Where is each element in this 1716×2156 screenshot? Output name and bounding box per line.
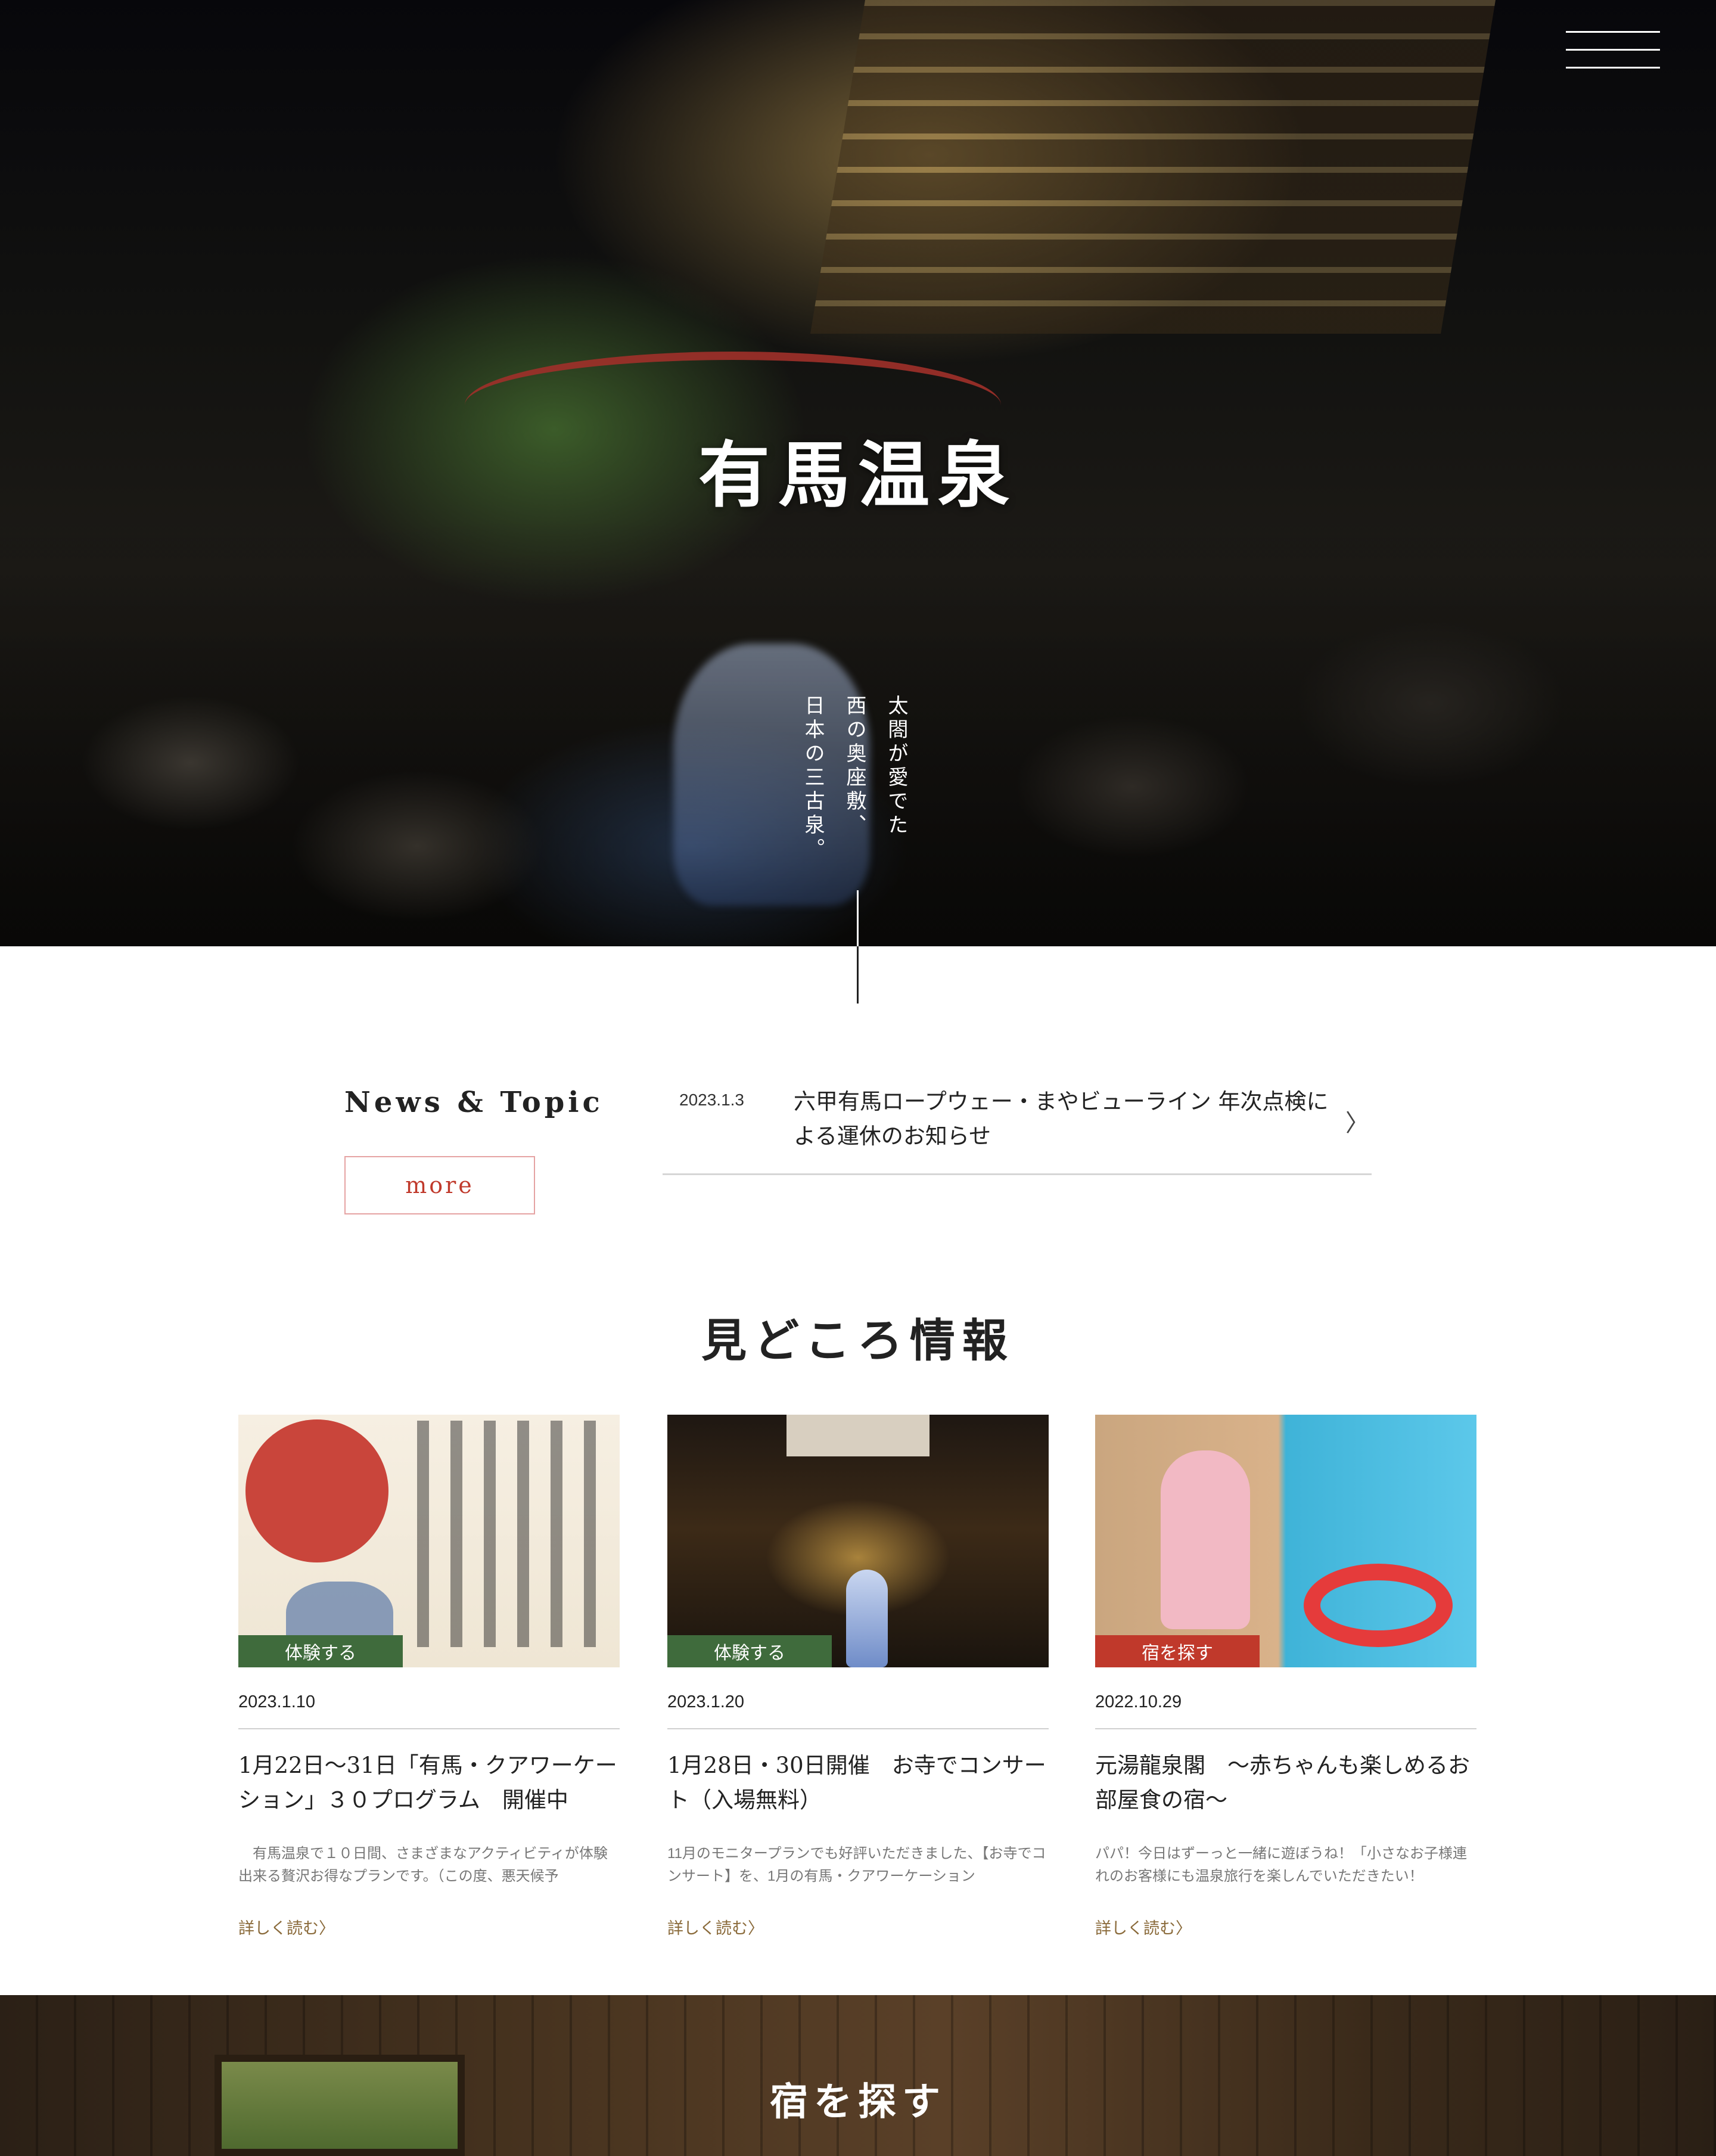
category-badge: 体験する xyxy=(667,1635,832,1667)
poster-contact-circle xyxy=(245,1419,388,1562)
features-title: 見どころ情報 xyxy=(701,1314,1015,1367)
category-badge: 体験する xyxy=(238,1635,403,1667)
stay-banner-title: 宿を探す xyxy=(770,2080,946,2124)
news-item[interactable]: 2023.1.3 六甲有馬ロープウェー・まやビューライン 年次点検による運休のお… xyxy=(663,1077,1372,1175)
feature-card[interactable]: 宿を探す 2022.10.29 元湯龍泉閣 〜赤ちゃんも楽しめるお部屋食の宿〜 … xyxy=(1095,1415,1476,1945)
stay-window-view xyxy=(214,2055,465,2156)
hero-section: 有馬温泉 太閤が愛でた 西の奥座敷、 日本の三古泉。 xyxy=(0,0,1716,946)
tagline-line: 太閤が愛でた xyxy=(884,695,908,838)
news-heading: News & Topic xyxy=(344,1086,604,1119)
news-date: 2023.1.3 xyxy=(679,1091,744,1109)
card-image-temple-concert xyxy=(667,1415,1049,1667)
feature-card[interactable]: 体験する 2023.1.10 1月22日〜31日「有馬・クアワーケーション」３０… xyxy=(238,1415,620,1945)
hero-red-bridge xyxy=(465,352,1001,405)
category-badge: 宿を探す xyxy=(1095,1635,1260,1667)
hamburger-menu-icon[interactable] xyxy=(1566,31,1660,69)
news-more-button[interactable]: more xyxy=(344,1156,535,1214)
read-more-link[interactable]: 詳しく読む〉 xyxy=(238,1915,335,1938)
scroll-indicator[interactable] xyxy=(857,890,859,1004)
card-date: 2023.1.20 xyxy=(667,1692,745,1711)
card-date: 2022.10.29 xyxy=(1095,1692,1182,1711)
card-divider xyxy=(238,1728,620,1729)
card-title: 元湯龍泉閣 〜赤ちゃんも楽しめるお部屋食の宿〜 xyxy=(1095,1753,1470,1813)
card-title: 1月22日〜31日「有馬・クアワーケーション」３０プログラム 開催中 xyxy=(238,1753,617,1813)
temple-sign xyxy=(786,1415,930,1456)
news-title: 六甲有馬ロープウェー・まやビューライン 年次点検による運休のお知らせ xyxy=(794,1089,1329,1149)
card-divider xyxy=(1095,1728,1476,1729)
card-description: 11月のモニタープランでも好評いただきました、【お寺でコンサート】を、1月の有馬… xyxy=(667,1846,1046,1884)
menu-bar xyxy=(1566,31,1660,33)
swim-ring xyxy=(1304,1564,1453,1647)
tagline-line: 西の奥座敷、 xyxy=(843,695,866,838)
feature-card[interactable]: 体験する 2023.1.20 1月28日・30日開催 お寺でコンサート（入場無料… xyxy=(667,1415,1049,1945)
card-description: パパ！今日はずーっと一緒に遊ぼうね！「小さなお子様連れのお客様にも温泉旅行を楽し… xyxy=(1095,1846,1467,1884)
scroll-indicator-upper xyxy=(857,890,859,946)
card-description: 有馬温泉で１０日間、さまざまなアクティビティが体験出来る贅沢お得なプランです。（… xyxy=(238,1846,608,1884)
tagline-line: 日本の三古泉。 xyxy=(801,695,825,862)
card-title: 1月28日・30日開催 お寺でコンサート（入場無料） xyxy=(667,1753,1046,1813)
read-more-link[interactable]: 詳しく読む〉 xyxy=(667,1915,764,1938)
hero-title: 有馬温泉 xyxy=(698,433,1018,517)
menu-bar xyxy=(1566,49,1660,51)
chevron-right-icon: 〉 xyxy=(1345,1110,1369,1137)
card-divider xyxy=(667,1728,1049,1729)
card-image-cure-workation-poster xyxy=(238,1415,620,1667)
card-date: 2023.1.10 xyxy=(238,1692,316,1711)
hero-hotel-building xyxy=(810,0,1496,334)
menu-bar xyxy=(1566,67,1660,69)
temple-singer xyxy=(846,1570,888,1667)
child-figure xyxy=(1161,1450,1250,1629)
read-more-link[interactable]: 詳しく読む〉 xyxy=(1095,1915,1192,1938)
hero-tagline: 太閤が愛でた 西の奥座敷、 日本の三古泉。 xyxy=(801,695,927,874)
poster-vertical-text xyxy=(417,1421,614,1647)
card-image-family-ryokan xyxy=(1095,1415,1476,1667)
